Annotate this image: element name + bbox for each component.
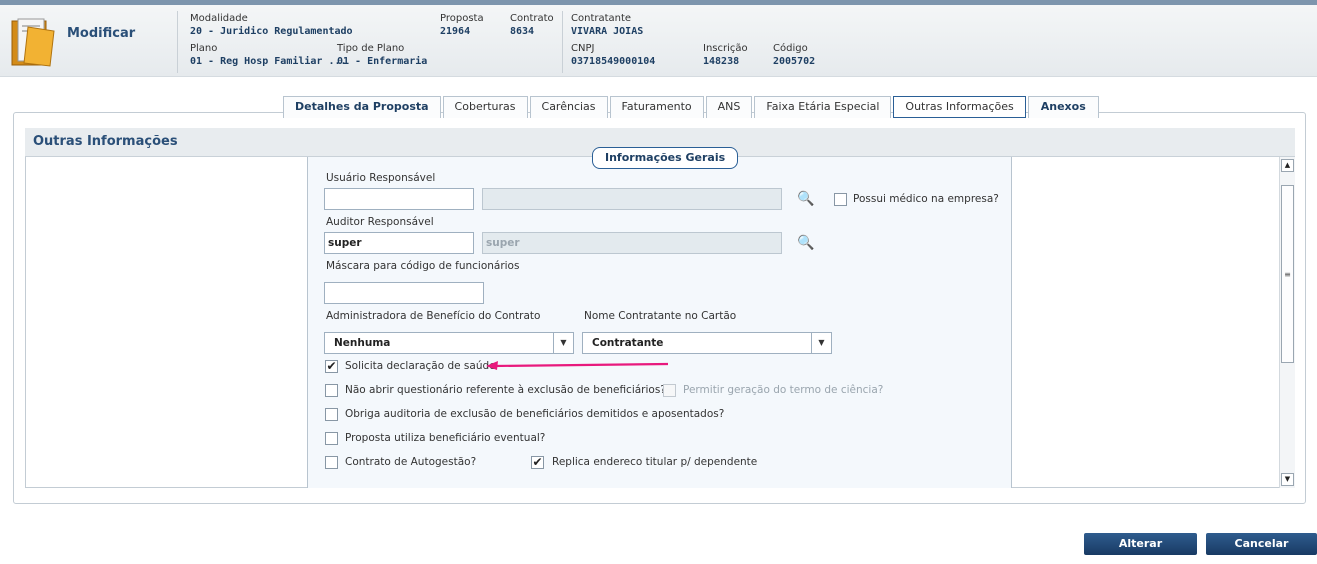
cancelar-button[interactable]: Cancelar (1206, 533, 1317, 555)
field-inscricao: Inscrição 148238 (703, 43, 748, 67)
alterar-button[interactable]: Alterar (1084, 533, 1197, 555)
divider (177, 11, 178, 73)
usuario-label: Usuário Responsável (326, 172, 436, 184)
usuario-name-input (482, 188, 782, 210)
permitir-checkbox (663, 384, 676, 397)
chevron-down-icon[interactable]: ▼ (811, 333, 831, 353)
field-cnpj: CNPJ 03718549000104 (571, 43, 656, 67)
nome-cartao-select[interactable]: Contratante ▼ (582, 332, 832, 354)
scroll-up-icon[interactable]: ▲ (1281, 159, 1294, 172)
tab-ans[interactable]: ANS (705, 96, 753, 118)
tab-coberturas[interactable]: Coberturas (442, 96, 528, 118)
nao-abrir-checkbox[interactable] (325, 384, 338, 397)
header: Modificar Modalidade 20 - Juridico Regul… (0, 5, 1317, 77)
field-proposta: Proposta 21964 (440, 13, 484, 37)
annotation-arrow (486, 361, 669, 370)
possui-medico-label: Possui médico na empresa? (853, 193, 999, 205)
tab-outras-informacoes[interactable]: Outras Informações (893, 96, 1026, 118)
auditor-code-input[interactable]: super (324, 232, 474, 254)
field-plano: Plano 01 - Reg Hosp Familiar ... (190, 43, 347, 67)
obriga-checkbox[interactable] (325, 408, 338, 421)
autogestao-checkbox[interactable] (325, 456, 338, 469)
field-contratante: Contratante VIVARA JOIAS (571, 13, 644, 37)
scrollbar[interactable]: ▲ ≡ ▼ (1279, 157, 1295, 488)
scroll-thumb[interactable]: ≡ (1281, 185, 1294, 363)
usuario-code-input[interactable] (324, 188, 474, 210)
field-tipo-plano: Tipo de Plano 01 - Enfermaria (337, 43, 428, 67)
tab-faixa-etaria[interactable]: Faixa Etária Especial (754, 96, 892, 118)
replica-label: Replica endereco titular p/ dependente (552, 456, 758, 468)
scroll-down-icon[interactable]: ▼ (1281, 473, 1294, 486)
folder-icon (11, 18, 55, 67)
field-codigo: Código 2005702 (773, 43, 816, 67)
nao-abrir-label: Não abrir questionário referente à exclu… (345, 384, 666, 396)
auditor-name-input: super (482, 232, 782, 254)
section-title: Outras Informações (33, 134, 178, 149)
divider (562, 11, 563, 73)
admin-select[interactable]: Nenhuma ▼ (324, 332, 574, 354)
tab-detalhes-proposta[interactable]: Detalhes da Proposta (283, 96, 441, 118)
possui-medico-checkbox[interactable] (834, 193, 847, 206)
mascara-input[interactable] (324, 282, 484, 304)
chevron-down-icon[interactable]: ▼ (553, 333, 573, 353)
proposta-util-label: Proposta utiliza beneficiário eventual? (345, 432, 546, 444)
auditor-label: Auditor Responsável (326, 216, 434, 228)
mascara-label: Máscara para código de funcionários (326, 260, 520, 272)
solicita-label: Solicita declaração de saúde (345, 360, 496, 372)
tab-faturamento[interactable]: Faturamento (609, 96, 704, 118)
replica-checkbox[interactable]: ✔ (531, 456, 544, 469)
left-column (25, 157, 308, 488)
search-auditor-icon[interactable]: 🔍 (797, 235, 814, 251)
search-usuario-icon[interactable]: 🔍 (797, 191, 814, 207)
permitir-label: Permitir geração do termo de ciência? (683, 384, 884, 396)
obriga-label: Obriga auditoria de exclusão de benefici… (345, 408, 725, 420)
tab-anexos[interactable]: Anexos (1027, 96, 1099, 118)
solicita-checkbox[interactable]: ✔ (325, 360, 338, 373)
tab-carencias[interactable]: Carências (529, 96, 608, 118)
group-title: Informações Gerais (592, 147, 739, 169)
autogestao-label: Contrato de Autogestão? (345, 456, 477, 468)
proposta-util-checkbox[interactable] (325, 432, 338, 445)
field-contrato: Contrato 8634 (510, 13, 554, 37)
nome-cartao-label: Nome Contratante no Cartão (584, 310, 737, 322)
tab-bar: Detalhes da Proposta Coberturas Carência… (283, 96, 1101, 118)
field-modalidade: Modalidade 20 - Juridico Regulamentado (190, 13, 353, 37)
admin-label: Administradora de Benefício do Contrato (326, 310, 541, 322)
page-title: Modificar (67, 26, 136, 41)
